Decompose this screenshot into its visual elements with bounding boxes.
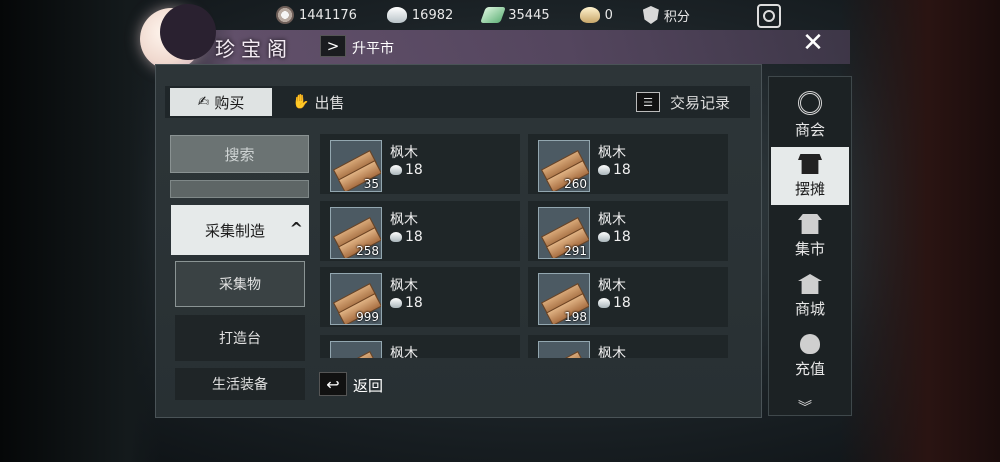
close-button[interactable]: ✕	[798, 28, 828, 58]
nav-guild[interactable]: 商会	[771, 88, 849, 146]
item-slot: 999	[330, 273, 382, 325]
page-title: 珍宝阁	[215, 37, 293, 61]
item-price: 18	[598, 295, 631, 311]
breadcrumb-arrow-button[interactable]: >	[320, 35, 346, 57]
jade-ticket-icon	[480, 7, 507, 23]
subcategory-item[interactable]: 打造台	[175, 315, 305, 361]
item-price: 18	[598, 162, 631, 178]
item-card[interactable]: 枫木	[528, 335, 728, 358]
item-quantity: 198	[564, 310, 587, 324]
wood-icon	[540, 351, 586, 358]
subcategory-item[interactable]: 生活装备	[175, 368, 305, 400]
breadcrumb[interactable]: 升平市	[352, 38, 394, 58]
list-icon: ☰	[636, 92, 660, 112]
item-name: 枫木	[390, 212, 418, 228]
item-card[interactable]: 枫木	[320, 335, 520, 358]
item-slot: 35	[330, 140, 382, 192]
item-quantity: 291	[564, 244, 587, 258]
silver-ingot-icon	[598, 165, 610, 175]
tongbao-coin-icon	[276, 6, 294, 24]
item-name: 枫木	[598, 212, 626, 228]
item-slot: 198	[538, 273, 590, 325]
item-name: 枫木	[598, 346, 626, 358]
item-name: 枫木	[390, 278, 418, 294]
background-right	[840, 0, 1000, 462]
silver-ingot-icon	[598, 298, 610, 308]
shield-icon	[642, 6, 659, 24]
gold-ingot-icon	[579, 7, 600, 23]
silver-ingot-icon	[390, 298, 402, 308]
item-price: 18	[390, 295, 423, 311]
back-button[interactable]: 返回	[353, 375, 383, 396]
category-header[interactable]: 采集制造 ^	[171, 205, 309, 255]
item-card[interactable]: 260 枫木 18	[528, 134, 728, 194]
currency-bar: 1441176 16982 35445 0 积分	[276, 3, 720, 27]
silver-ingot-icon	[386, 7, 407, 23]
item-card[interactable]: 35 枫木 18	[320, 134, 520, 194]
currency-tongbao: 1441176	[276, 6, 357, 24]
item-name: 枫木	[390, 145, 418, 161]
item-slot: 258	[330, 207, 382, 259]
silver-ingot-icon	[390, 165, 402, 175]
item-card[interactable]: 999 枫木 18	[320, 267, 520, 327]
nav-stall[interactable]: 摆摊	[771, 147, 849, 205]
wood-icon	[332, 351, 378, 358]
item-slot	[538, 341, 590, 358]
search-button[interactable]: 搜索	[170, 135, 309, 173]
trade-records-button[interactable]: ☰ 交易记录	[636, 88, 730, 116]
item-quantity: 260	[564, 177, 587, 191]
buy-icon: ✍	[197, 94, 210, 110]
item-quantity: 258	[356, 244, 379, 258]
item-name: 枫木	[598, 145, 626, 161]
tab-buy[interactable]: ✍ 购买	[170, 88, 272, 116]
back-arrow-icon[interactable]: ↩	[319, 372, 347, 396]
tab-sell[interactable]: ✋ 出售	[292, 88, 344, 116]
currency-jade: 35445	[480, 7, 550, 23]
chevron-up-icon: ^	[289, 219, 303, 238]
nav-market[interactable]: 集市	[771, 207, 849, 265]
recharge-icon	[800, 334, 820, 354]
item-card[interactable]: 198 枫木 18	[528, 267, 728, 327]
settings-icon[interactable]	[757, 4, 781, 28]
item-card[interactable]: 291 枫木 18	[528, 201, 728, 261]
nav-recharge[interactable]: 充值	[771, 327, 849, 385]
sell-icon: ✋	[292, 94, 310, 110]
item-quantity: 999	[356, 310, 379, 324]
item-price: 18	[390, 229, 423, 245]
item-slot: 291	[538, 207, 590, 259]
item-price: 18	[390, 162, 423, 178]
item-quantity: 35	[363, 177, 379, 191]
currency-silver: 16982	[386, 7, 453, 23]
guild-icon	[798, 91, 822, 115]
moon-shadow	[160, 4, 216, 60]
silver-ingot-icon	[598, 232, 610, 242]
chevron-down-icon[interactable]: ︾	[798, 397, 812, 417]
item-card[interactable]: 258 枫木 18	[320, 201, 520, 261]
currency-gold: 0	[579, 7, 613, 23]
nav-shop[interactable]: 商城	[771, 267, 849, 325]
silver-ingot-icon	[390, 232, 402, 242]
item-slot	[330, 341, 382, 358]
item-price: 18	[598, 229, 631, 245]
points-button[interactable]: 积分	[642, 6, 690, 25]
subcategory-item[interactable]: 采集物	[175, 261, 305, 307]
item-grid: 35 枫木 18 260 枫木 18 258 枫木 18 291 枫木 18 9…	[320, 130, 750, 358]
item-name: 枫木	[390, 346, 418, 358]
item-slot: 260	[538, 140, 590, 192]
item-name: 枫木	[598, 278, 626, 294]
filter-strip	[170, 180, 309, 198]
background-left	[0, 0, 160, 462]
market-icon	[798, 214, 822, 234]
stall-icon	[798, 154, 822, 174]
shop-icon	[798, 274, 822, 294]
